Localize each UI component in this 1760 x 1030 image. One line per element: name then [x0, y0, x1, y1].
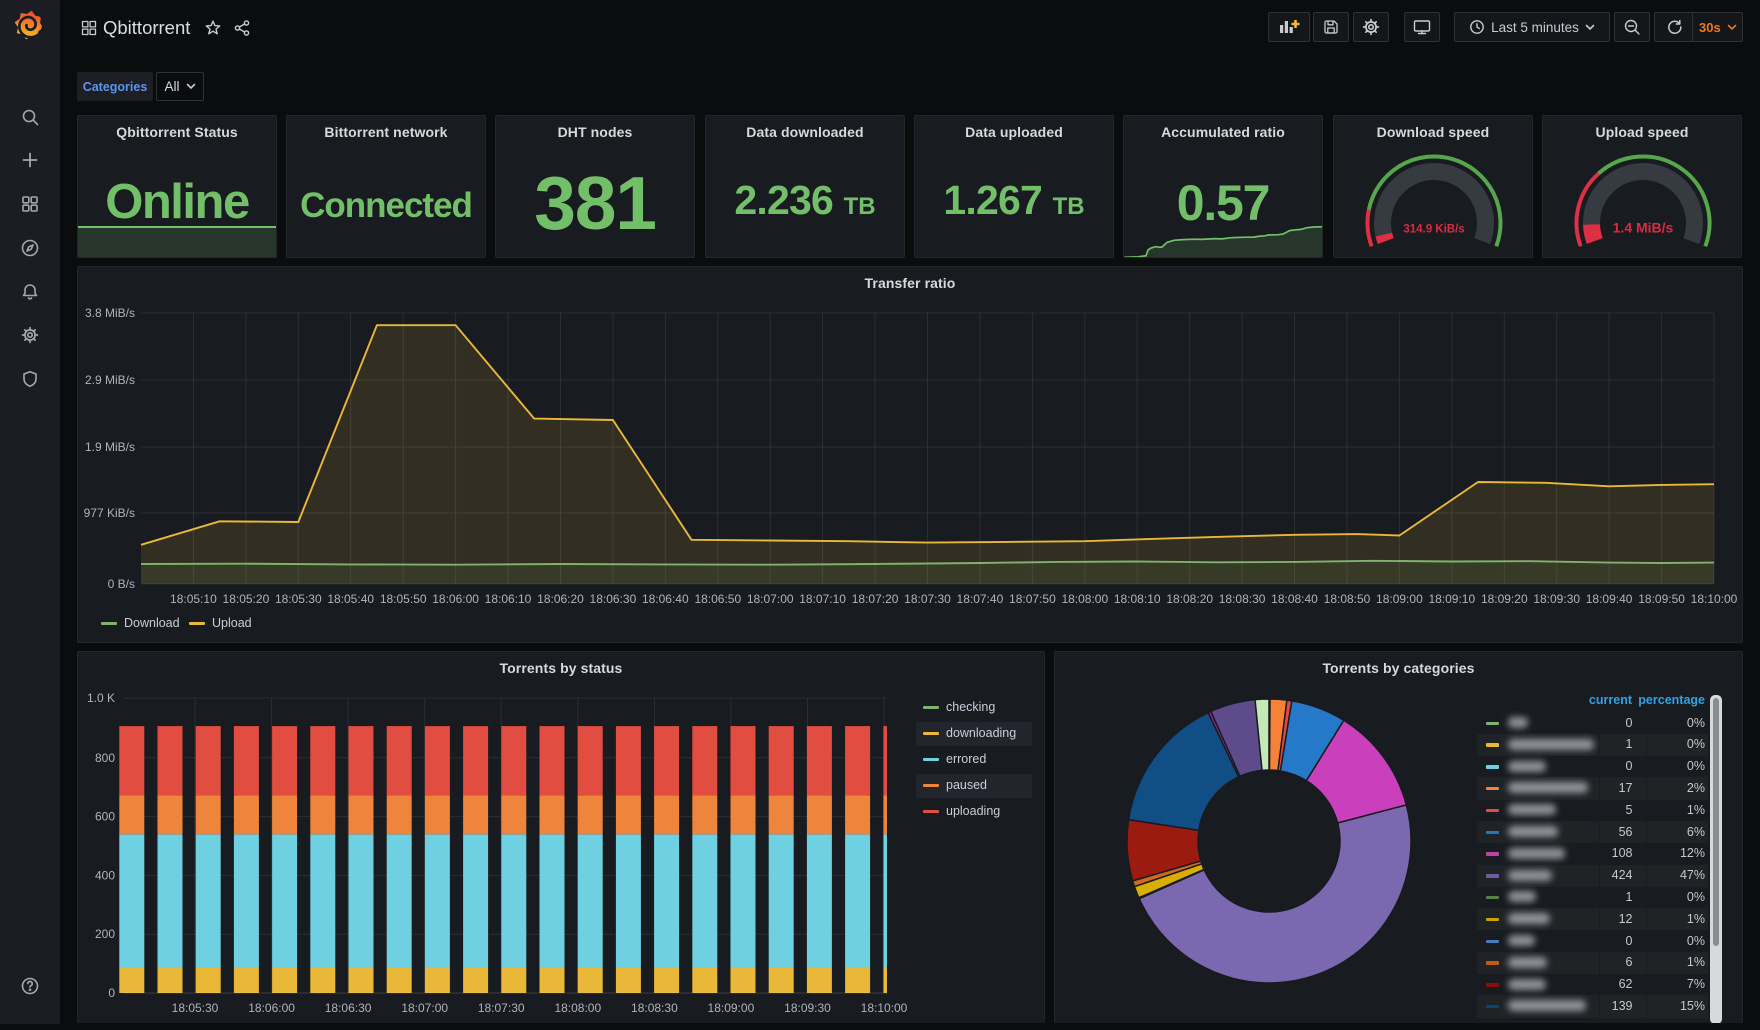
svg-text:18:07:30: 18:07:30 [478, 1001, 525, 1015]
svg-text:0 B/s: 0 B/s [108, 577, 135, 591]
svg-text:18:09:00: 18:09:00 [1376, 592, 1423, 606]
svg-text:18:09:10: 18:09:10 [1428, 592, 1475, 606]
svg-text:18:07:50: 18:07:50 [1009, 592, 1056, 606]
svg-text:18:08:10: 18:08:10 [1114, 592, 1161, 606]
svg-text:18:09:40: 18:09:40 [1586, 592, 1633, 606]
svg-text:18:10:00: 18:10:00 [1691, 592, 1738, 606]
svg-text:2.9 MiB/s: 2.9 MiB/s [85, 373, 135, 387]
svg-text:18:09:50: 18:09:50 [1638, 592, 1685, 606]
svg-text:18:06:00: 18:06:00 [432, 592, 479, 606]
svg-text:400: 400 [95, 868, 115, 882]
svg-text:18:05:30: 18:05:30 [172, 1001, 219, 1015]
svg-text:18:09:20: 18:09:20 [1481, 592, 1528, 606]
svg-text:18:08:30: 18:08:30 [631, 1001, 678, 1015]
svg-text:18:09:30: 18:09:30 [1533, 592, 1580, 606]
svg-text:18:06:10: 18:06:10 [485, 592, 532, 606]
svg-text:1.0 K: 1.0 K [87, 691, 115, 705]
svg-text:18:08:40: 18:08:40 [1271, 592, 1318, 606]
svg-text:18:06:20: 18:06:20 [537, 592, 584, 606]
svg-text:18:06:50: 18:06:50 [694, 592, 741, 606]
svg-text:18:07:10: 18:07:10 [799, 592, 846, 606]
svg-text:18:06:40: 18:06:40 [642, 592, 689, 606]
svg-text:18:07:00: 18:07:00 [747, 592, 794, 606]
svg-text:18:05:30: 18:05:30 [275, 592, 322, 606]
svg-text:18:05:20: 18:05:20 [223, 592, 270, 606]
svg-text:18:07:20: 18:07:20 [852, 592, 899, 606]
svg-text:0: 0 [108, 986, 115, 1000]
svg-text:18:07:40: 18:07:40 [957, 592, 1004, 606]
svg-text:314.9 KiB/s: 314.9 KiB/s [1403, 224, 1464, 236]
svg-text:18:08:00: 18:08:00 [554, 1001, 601, 1015]
svg-text:800: 800 [95, 751, 115, 765]
svg-text:18:09:00: 18:09:00 [708, 1001, 755, 1015]
svg-text:18:07:00: 18:07:00 [401, 1001, 448, 1015]
svg-text:18:06:00: 18:06:00 [248, 1001, 295, 1015]
svg-text:18:05:10: 18:05:10 [170, 592, 217, 606]
svg-text:18:10:00: 18:10:00 [861, 1001, 908, 1015]
svg-text:18:08:00: 18:08:00 [1061, 592, 1108, 606]
svg-text:977 KiB/s: 977 KiB/s [84, 506, 135, 520]
svg-text:18:09:30: 18:09:30 [784, 1001, 831, 1015]
svg-text:18:08:20: 18:08:20 [1166, 592, 1213, 606]
svg-text:18:07:30: 18:07:30 [904, 592, 951, 606]
svg-text:3.8 MiB/s: 3.8 MiB/s [85, 306, 135, 320]
svg-text:18:06:30: 18:06:30 [325, 1001, 372, 1015]
svg-text:1.9 MiB/s: 1.9 MiB/s [85, 440, 135, 454]
svg-text:18:08:30: 18:08:30 [1219, 592, 1266, 606]
svg-text:18:05:50: 18:05:50 [380, 592, 427, 606]
svg-text:18:06:30: 18:06:30 [590, 592, 637, 606]
svg-text:18:08:50: 18:08:50 [1324, 592, 1371, 606]
svg-text:600: 600 [95, 810, 115, 824]
svg-text:200: 200 [95, 927, 115, 941]
svg-text:1.4 MiB/s: 1.4 MiB/s [1613, 220, 1674, 236]
svg-text:18:05:40: 18:05:40 [327, 592, 374, 606]
